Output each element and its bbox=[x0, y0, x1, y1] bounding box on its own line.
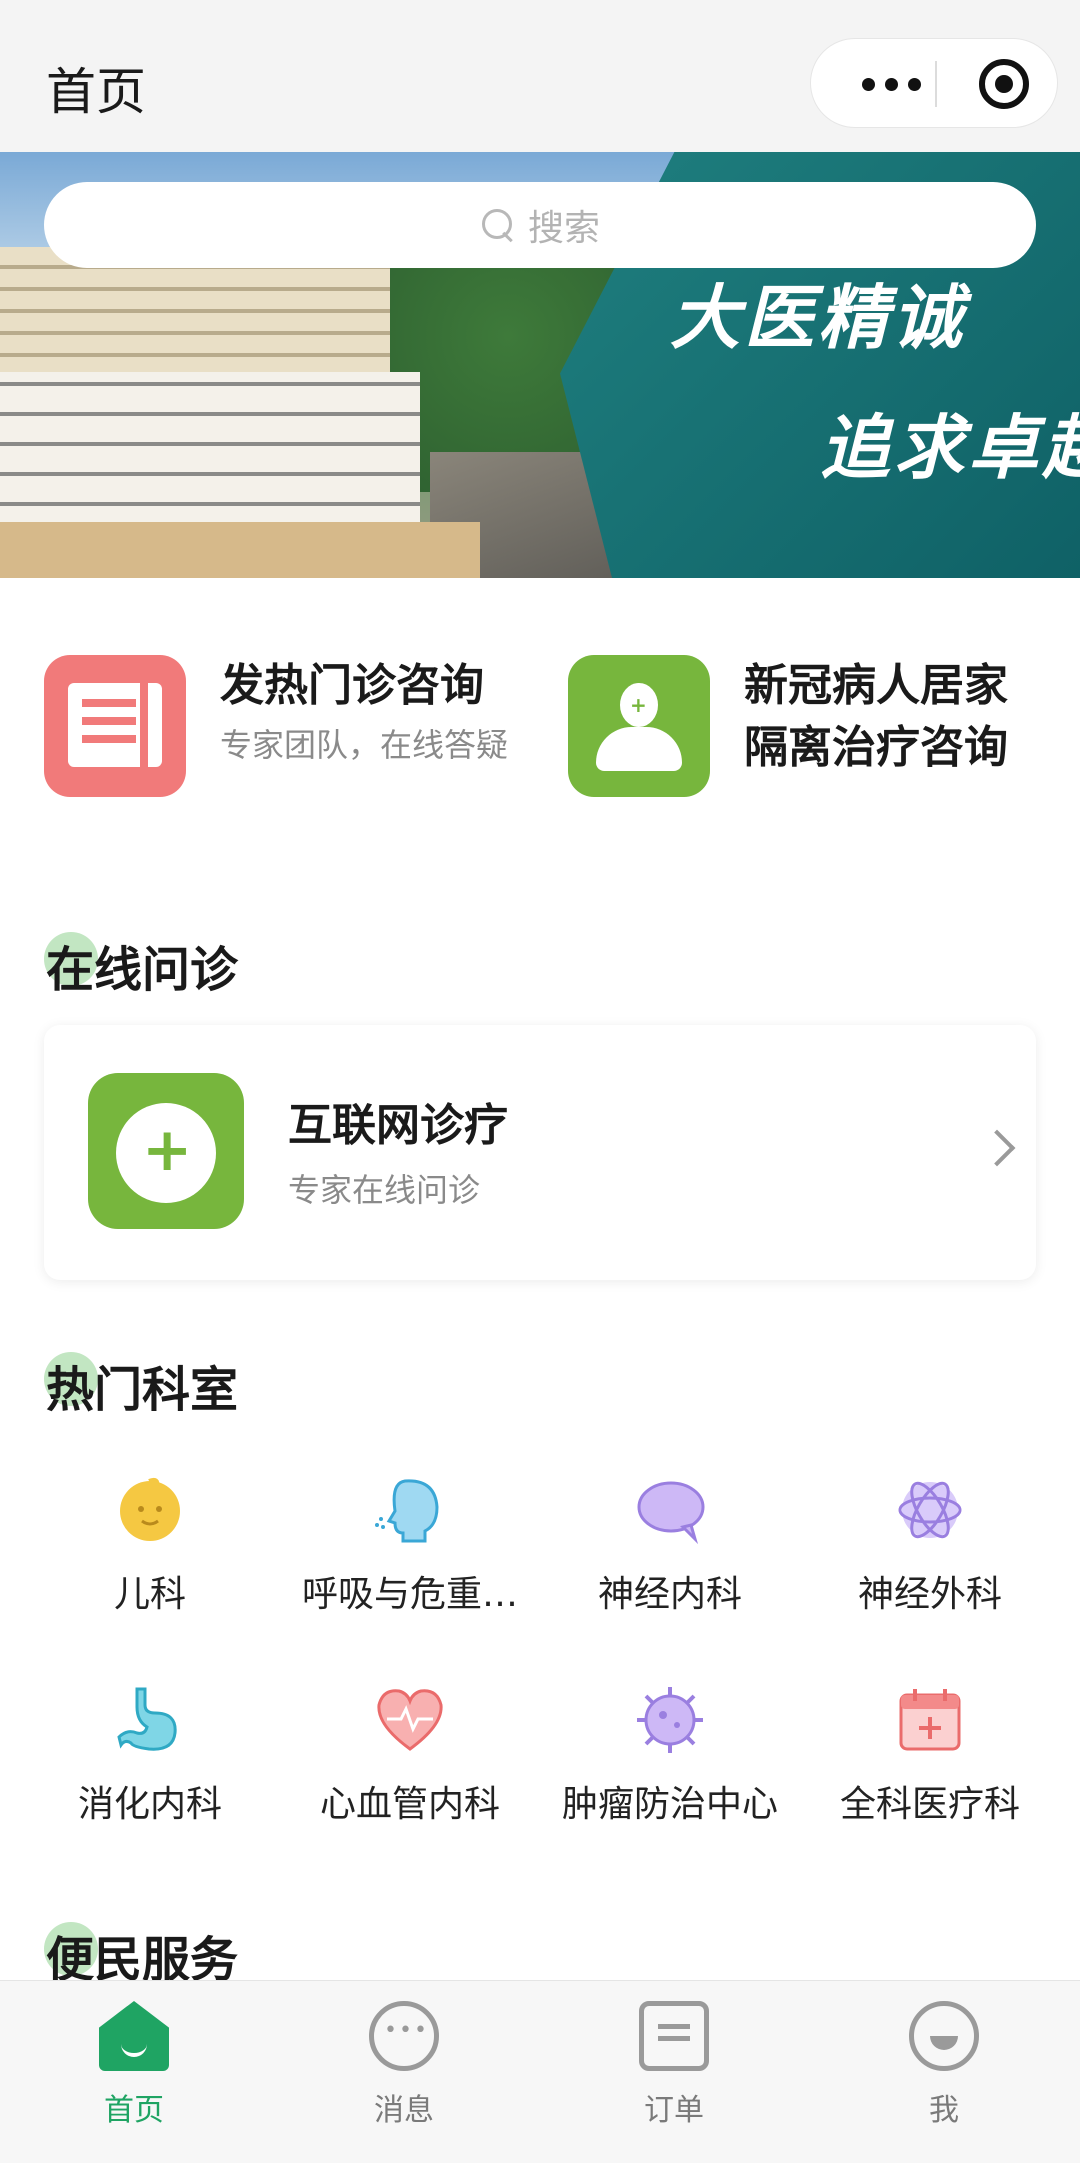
banner-slogan-line2: 追求卓越 bbox=[820, 406, 1080, 489]
stomach-icon bbox=[117, 1687, 177, 1751]
page-title: 首页 bbox=[46, 63, 146, 121]
covid-title-line1: 新冠病人居家 bbox=[744, 660, 1008, 711]
virus-icon bbox=[637, 1687, 703, 1753]
tab-orders[interactable]: 订单 bbox=[584, 1995, 764, 2135]
department-label: 儿科 bbox=[113, 1574, 186, 1615]
atom-icon bbox=[898, 1481, 962, 1539]
tab-label: 订单 bbox=[644, 2093, 704, 2128]
internet-consult-subtitle: 专家在线问诊 bbox=[288, 1171, 481, 1209]
tab-label: 我 bbox=[929, 2093, 959, 2128]
doctor-icon: + bbox=[568, 655, 710, 797]
order-icon bbox=[639, 2001, 709, 2071]
covid-title-line2: 隔离治疗咨询 bbox=[744, 722, 1008, 773]
tab-messages[interactable]: 消息 bbox=[314, 1995, 494, 2135]
speech-bubble-icon bbox=[637, 1481, 705, 1545]
departments-section-title: 热门科室 bbox=[46, 1362, 239, 1418]
close-mini-program-icon[interactable] bbox=[979, 59, 1029, 109]
medical-chat-icon: + bbox=[88, 1073, 244, 1229]
internet-consult-card[interactable]: + 互联网诊疗 专家在线问诊 bbox=[44, 1025, 1036, 1280]
department-label: 消化内科 bbox=[77, 1784, 222, 1825]
more-options-icon[interactable] bbox=[851, 39, 931, 129]
department-gastroenterology[interactable]: 消化内科 bbox=[20, 1685, 280, 1855]
search-bar[interactable]: 搜索 bbox=[44, 182, 1036, 268]
department-label: 全科医疗科 bbox=[839, 1784, 1020, 1825]
heart-icon bbox=[377, 1689, 443, 1751]
online-consult-section-title: 在线问诊 bbox=[46, 942, 239, 998]
tab-label: 首页 bbox=[104, 2093, 164, 2128]
profile-icon bbox=[909, 2001, 979, 2071]
department-general-practice[interactable]: 全科医疗科 bbox=[800, 1685, 1060, 1855]
mini-program-capsule bbox=[810, 38, 1058, 128]
nav-bar: 首页 bbox=[0, 0, 1080, 152]
department-neurology[interactable]: 神经内科 bbox=[540, 1475, 800, 1645]
capsule-divider bbox=[935, 61, 937, 107]
department-pediatrics[interactable]: 儿科 bbox=[20, 1475, 280, 1645]
bottom-tab-bar: 首页 消息 订单 我 bbox=[0, 1980, 1080, 2163]
banner-slogan-line1: 大医精诚 bbox=[670, 276, 966, 359]
message-icon bbox=[369, 2001, 439, 2071]
department-label: 肿瘤防治中心 bbox=[561, 1784, 778, 1825]
department-label: 呼吸与危重… bbox=[301, 1574, 518, 1615]
tab-home[interactable]: 首页 bbox=[44, 1995, 224, 2135]
fever-clinic-subtitle: 专家团队，在线答疑 bbox=[220, 726, 509, 764]
child-icon bbox=[120, 1477, 180, 1541]
search-icon bbox=[480, 207, 516, 243]
calendar-plus-icon bbox=[899, 1689, 961, 1751]
tab-profile[interactable]: 我 bbox=[854, 1995, 1034, 2135]
department-label: 神经内科 bbox=[597, 1574, 742, 1615]
department-label: 心血管内科 bbox=[319, 1784, 500, 1825]
home-icon bbox=[99, 2001, 169, 2071]
department-cardiology[interactable]: 心血管内科 bbox=[280, 1685, 540, 1855]
fever-clinic-entry[interactable]: 发热门诊咨询 专家团队，在线答疑 bbox=[44, 655, 510, 840]
department-respiratory[interactable]: 呼吸与危重… bbox=[280, 1475, 540, 1645]
department-oncology[interactable]: 肿瘤防治中心 bbox=[540, 1685, 800, 1855]
fever-clinic-title: 发热门诊咨询 bbox=[220, 660, 484, 711]
chevron-right-icon bbox=[978, 1129, 1016, 1167]
department-neurosurgery[interactable]: 神经外科 bbox=[800, 1475, 1060, 1645]
document-icon bbox=[44, 655, 186, 797]
respiratory-icon bbox=[375, 1479, 439, 1543]
internet-consult-title: 互联网诊疗 bbox=[288, 1100, 508, 1151]
covid-home-care-entry[interactable]: + 新冠病人居家 隔离治疗咨询 bbox=[568, 655, 1008, 840]
department-label: 神经外科 bbox=[857, 1574, 1002, 1615]
search-placeholder: 搜索 bbox=[527, 208, 600, 249]
tab-label: 消息 bbox=[374, 2093, 434, 2128]
